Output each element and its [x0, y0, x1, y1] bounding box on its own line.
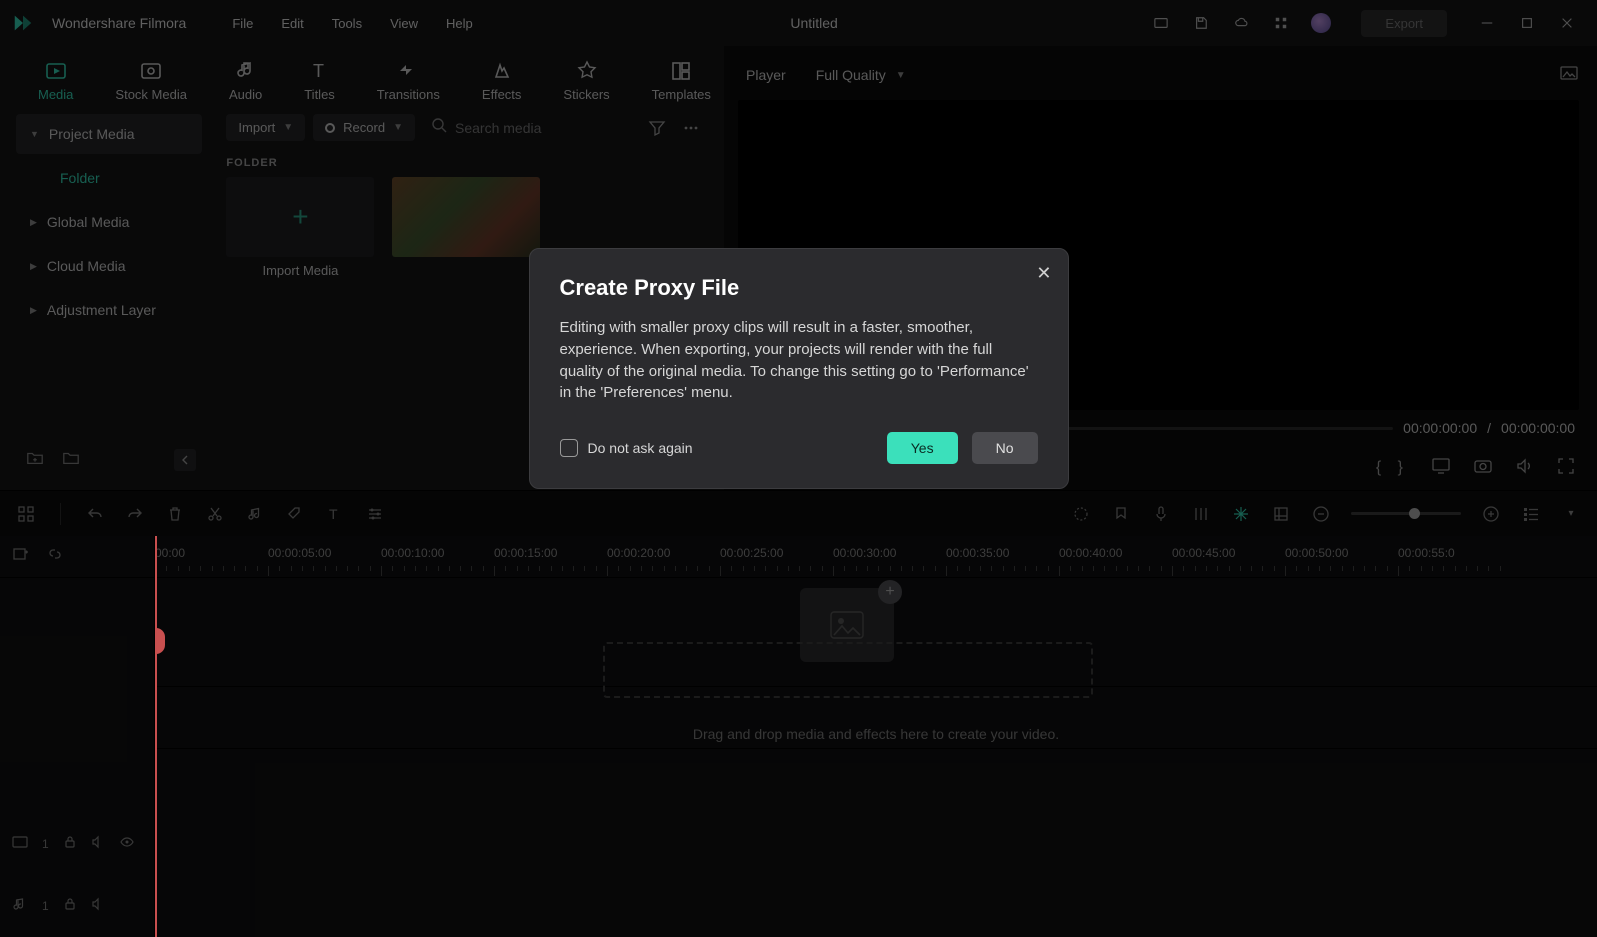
dialog-title: Create Proxy File [560, 275, 1038, 301]
playhead[interactable] [155, 536, 157, 937]
dialog-footer: Do not ask again Yes No [560, 432, 1038, 464]
app-root: Wondershare Filmora File Edit Tools View… [0, 0, 1597, 937]
proxy-dialog: ✕ Create Proxy File Editing with smaller… [529, 248, 1069, 489]
dialog-body: Editing with smaller proxy clips will re… [560, 317, 1038, 404]
close-icon[interactable]: ✕ [1036, 263, 1051, 284]
dont-ask-label: Do not ask again [588, 440, 693, 456]
dont-ask-checkbox[interactable] [560, 439, 578, 457]
yes-button[interactable]: Yes [887, 432, 958, 464]
modal-overlay: ✕ Create Proxy File Editing with smaller… [0, 0, 1597, 937]
no-button[interactable]: No [972, 432, 1038, 464]
